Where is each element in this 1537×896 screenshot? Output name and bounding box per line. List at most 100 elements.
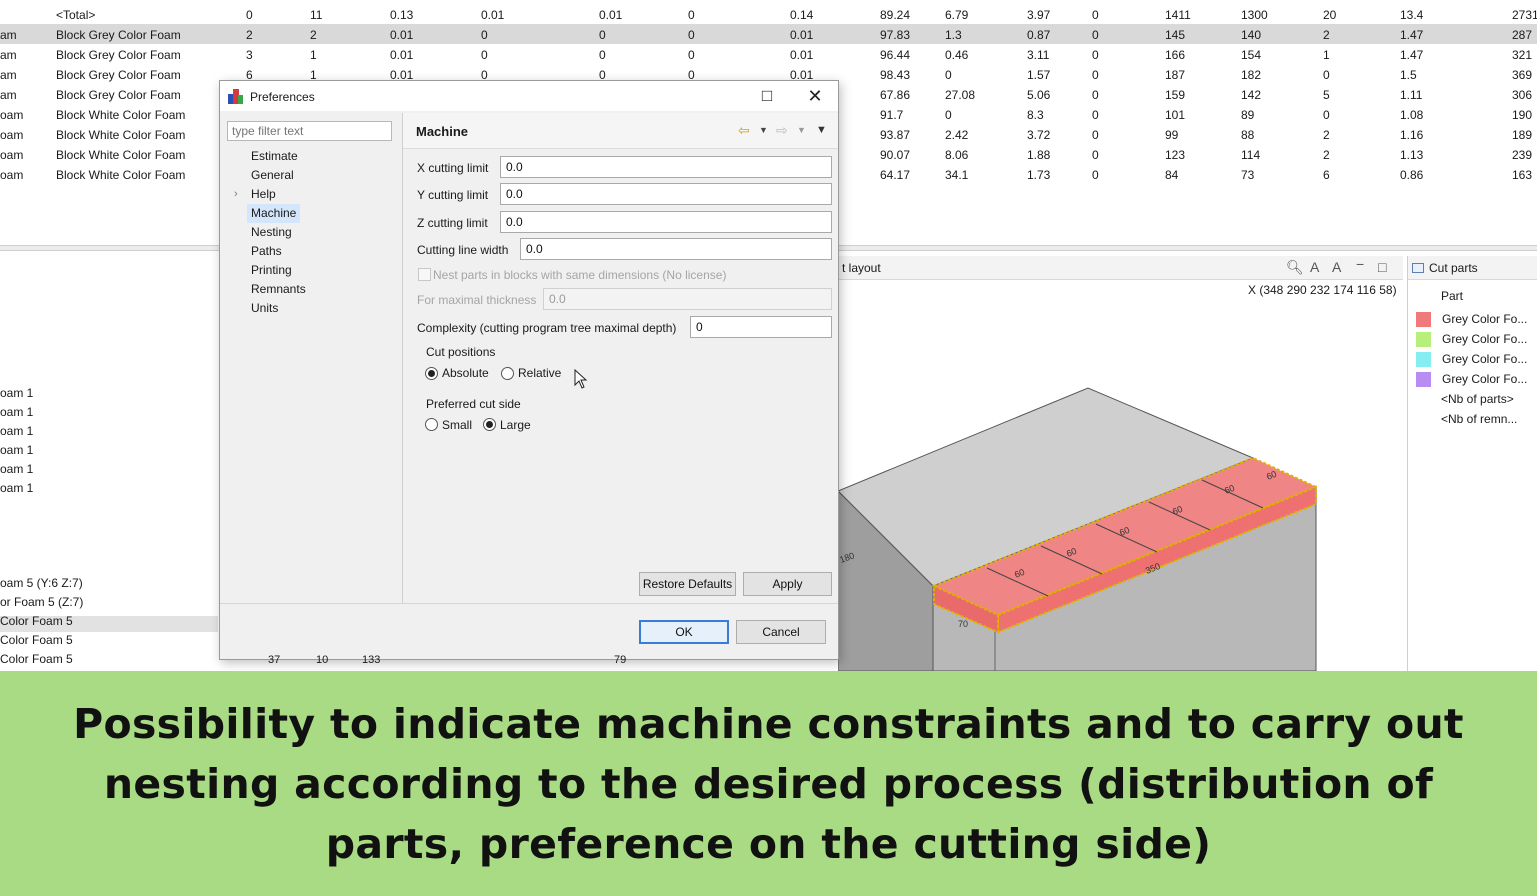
absolute-label: Absolute	[442, 366, 489, 380]
list-item[interactable]: oam 1	[0, 443, 33, 457]
part-row[interactable]: Grey Color Fo...	[1416, 369, 1527, 389]
list-item[interactable]: oam 5 (Y:6 Z:7)	[0, 576, 83, 590]
chevron-right-icon[interactable]: ›	[234, 188, 238, 200]
large-radio[interactable]	[483, 418, 496, 431]
cell-value: 0.01	[390, 48, 414, 62]
cell-name: oam	[0, 168, 24, 182]
divider	[220, 603, 838, 604]
cell-value: 0	[1092, 128, 1099, 142]
absolute-radio[interactable]	[425, 367, 438, 380]
cell-value: 3.97	[1027, 8, 1051, 22]
cell-name: am	[0, 28, 17, 42]
maximize-button[interactable]: □	[755, 85, 779, 107]
cell-name: am	[0, 68, 17, 82]
close-button[interactable]: ✕	[803, 85, 827, 107]
nav-item-printing[interactable]: Printing	[247, 261, 296, 280]
cell-description: Block White Color Foam	[56, 108, 186, 122]
column-header-part: Part	[1441, 289, 1464, 303]
list-item[interactable]: oam 1	[0, 386, 33, 400]
dim-label: 70	[958, 619, 968, 629]
list-item[interactable]: oam 1	[0, 405, 33, 419]
nav-item-remnants[interactable]: Remnants	[247, 280, 310, 299]
cell-value: 0	[1092, 148, 1099, 162]
line-width-input[interactable]	[520, 238, 832, 260]
table-row[interactable]: am Block Grey Color Foam 2 2 0.01 0 0 0 0.01 97.8…	[0, 24, 1537, 44]
complexity-input[interactable]	[690, 316, 832, 338]
cell-value: 37	[268, 654, 281, 666]
part-row[interactable]: Grey Color Fo...	[1416, 349, 1527, 369]
list-item[interactable]: oam 1	[0, 481, 33, 495]
x-limit-label: X cutting limit	[417, 161, 489, 175]
cell-description: <Total>	[56, 8, 96, 22]
nav-item-units[interactable]: Units	[247, 299, 282, 318]
y-limit-input[interactable]	[500, 183, 832, 205]
nest-blocks-checkbox[interactable]	[418, 268, 431, 281]
nav-item-help[interactable]: Help	[247, 185, 280, 204]
tab-cut-parts-label: Cut parts	[1429, 261, 1478, 275]
list-item[interactable]: Color Foam 5	[0, 614, 73, 628]
table-row[interactable]: am Block Grey Color Foam 3 1 0.01 0 0 0 0.01 96.4…	[0, 44, 1537, 64]
nav-item-general[interactable]: General	[247, 166, 298, 185]
part-summary-row[interactable]: <Nb of parts>	[1441, 389, 1514, 409]
cell-value: 2	[1323, 128, 1330, 142]
relative-label: Relative	[518, 366, 562, 380]
cell-value: 6.79	[945, 8, 969, 22]
cell-value: 142	[1241, 88, 1262, 102]
nav-item-estimate[interactable]: Estimate	[247, 147, 302, 166]
cell-value: 0.01	[790, 28, 814, 42]
x-limit-input[interactable]	[500, 156, 832, 178]
part-summary-row[interactable]: <Nb of remn...	[1441, 409, 1517, 429]
nav-item-paths[interactable]: Paths	[247, 242, 286, 261]
cell-value: 20	[1323, 8, 1337, 22]
list-item[interactable]: Color Foam 5	[0, 652, 73, 666]
tab-layout[interactable]: t layout	[842, 261, 881, 275]
cell-value: 1.47	[1400, 48, 1424, 62]
z-limit-input[interactable]	[500, 211, 832, 233]
caption-banner: Possibility to indicate machine constrai…	[0, 671, 1537, 896]
cell-value: 166	[1165, 48, 1186, 62]
list-item[interactable]: oam 1	[0, 462, 33, 476]
cell-value: 0	[1092, 88, 1099, 102]
table-row[interactable]: <Total> 0 11 0.13 0.01 0.01 0 0.14 89.24 6.79 3.97…	[0, 4, 1537, 24]
chevron-down-icon[interactable]: ▼	[797, 125, 806, 135]
nav-item-nesting[interactable]: Nesting	[247, 223, 296, 242]
cell-value: 3	[246, 48, 253, 62]
cell-value: 1.16	[1400, 128, 1424, 142]
cell-value: 1.88	[1027, 148, 1051, 162]
filter-input[interactable]	[227, 121, 392, 141]
back-arrow-icon[interactable]: ⇦	[738, 122, 750, 139]
complexity-label: Complexity (cutting program tree maximal…	[417, 321, 677, 335]
apply-button[interactable]: Apply	[743, 572, 832, 596]
minimize-icon[interactable]: −	[1356, 256, 1364, 272]
dialog-titlebar[interactable]: Preferences □ ✕	[220, 81, 838, 111]
forward-arrow-icon[interactable]: ⇨	[776, 122, 788, 139]
ok-button[interactable]: OK	[639, 620, 729, 644]
cell-value: 88	[1241, 128, 1255, 142]
font-increase-icon[interactable]: A	[1310, 259, 1319, 275]
max-thickness-input[interactable]	[543, 288, 832, 310]
part-row[interactable]: Grey Color Fo...	[1416, 309, 1527, 329]
cell-value: 0	[481, 28, 488, 42]
layout-3d-view[interactable]: 180 70 350 60 60 60 60 60 60	[838, 280, 1403, 671]
list-item[interactable]: Color Foam 5	[0, 633, 73, 647]
small-radio[interactable]	[425, 418, 438, 431]
maximize-icon[interactable]: □	[1378, 259, 1386, 275]
caption-text: Possibility to indicate machine constrai…	[73, 699, 1464, 868]
zoom-icon[interactable]: 🔍︎	[1286, 259, 1304, 276]
nav-item-machine[interactable]: Machine	[247, 204, 301, 223]
cell-value: 1.57	[1027, 68, 1051, 82]
list-item[interactable]: or Foam 5 (Z:7)	[0, 595, 83, 609]
cell-name: oam	[0, 148, 24, 162]
menu-icon[interactable]: ▼	[816, 124, 827, 136]
restore-defaults-button[interactable]: Restore Defaults	[639, 572, 736, 596]
cell-value: 1.13	[1400, 148, 1424, 162]
list-item[interactable]: oam 1	[0, 424, 33, 438]
relative-radio[interactable]	[501, 367, 514, 380]
chevron-down-icon[interactable]: ▼	[759, 125, 768, 135]
part-row[interactable]: Grey Color Fo...	[1416, 329, 1527, 349]
cell-value: 2	[1323, 148, 1330, 162]
cancel-button[interactable]: Cancel	[736, 620, 826, 644]
tab-cut-parts[interactable]: Cut parts	[1412, 261, 1478, 275]
cell-description: Block Grey Color Foam	[56, 48, 181, 62]
font-decrease-icon[interactable]: A	[1332, 259, 1341, 275]
